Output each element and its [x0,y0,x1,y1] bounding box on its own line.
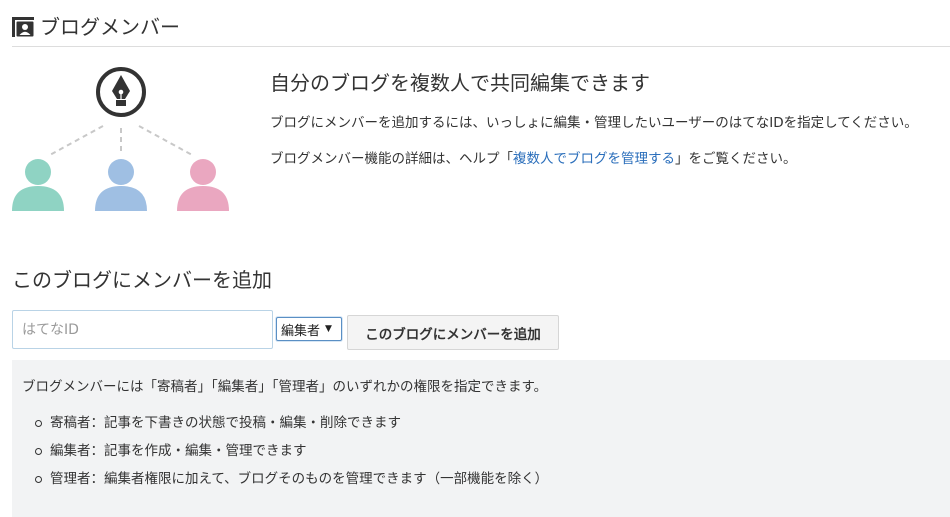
list-item: 管理者：編集者権限に加えて、ブログそのものを管理できます（一部機能を除く） [22,469,950,489]
person-icon [12,159,64,211]
role-select-value: 編集者 [281,323,321,339]
add-member-heading: このブログにメンバーを追加 [12,268,272,292]
role-list: 寄稿者：記事を下書きの状態で投稿・編集・削除できます 編集者：記事を作成・編集・… [22,413,950,489]
list-item: 編集者：記事を作成・編集・管理できます [22,441,950,461]
bullet-icon [35,420,42,427]
person-icon [177,159,229,211]
dropdown-arrow-icon: ▼ [325,324,332,334]
help-text: ブログメンバー機能の詳細は、ヘルプ「複数人でブログを管理する」をご覧ください。 [270,149,950,169]
role-description: 管理者：編集者権限に加えて、ブログそのものを管理できます（一部機能を除く） [50,471,549,487]
bullet-icon [35,448,42,455]
list-item: 寄稿者：記事を下書きの状態で投稿・編集・削除できます [22,413,950,433]
page-title: ブログメンバー [40,15,180,39]
permissions-info-box: ブログメンバーには「寄稿者」「編集者」「管理者」のいずれかの権限を指定できます。… [12,360,950,517]
help-text-suffix: 」をご覧ください。 [675,151,797,167]
pen-nib-icon [96,67,146,117]
permissions-intro: ブログメンバーには「寄稿者」「編集者」「管理者」のいずれかの権限を指定できます。 [22,379,548,395]
role-description: 編集者：記事を作成・編集・管理できます [50,443,307,459]
intro-description: ブログにメンバーを追加するには、いっしょに編集・管理したいユーザーのはてなIDを… [270,115,918,131]
add-member-button[interactable]: このブログにメンバーを追加 [347,315,559,350]
intro-section: 自分のブログを複数人で共同編集できます ブログにメンバーを追加するには、いっしょ… [270,70,950,169]
intro-title: 自分のブログを複数人で共同編集できます [270,71,650,95]
connector-lines [47,125,195,157]
member-card-icon [12,17,34,37]
team-illustration [12,67,229,211]
role-select[interactable]: 編集者 ▼ [276,317,342,341]
hatena-id-input[interactable] [12,310,273,349]
help-link[interactable]: 複数人でブログを管理する [513,151,675,167]
person-icon [95,159,147,211]
role-description: 寄稿者：記事を下書きの状態で投稿・編集・削除できます [50,415,401,431]
page-header: ブログメンバー [12,14,950,47]
blog-members-page: ブログメンバー 自分のブログを複数人で共同編集できます ブログにメンバーを追加す… [0,0,950,517]
bullet-icon [35,476,42,483]
help-text-prefix: ブログメンバー機能の詳細は、ヘルプ「 [270,151,513,167]
